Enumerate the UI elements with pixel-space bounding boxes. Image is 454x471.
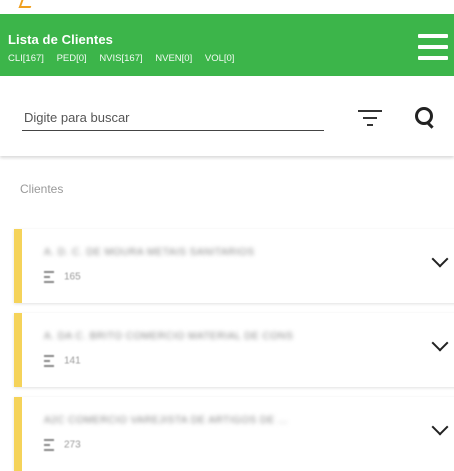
client-name: A. DA C. BRITO COMERCIO MATERIAL DE CONS	[44, 331, 294, 342]
chevron-down-icon[interactable]	[431, 334, 449, 352]
section-label: Clientes	[20, 182, 64, 196]
chevron-down-icon[interactable]	[431, 418, 449, 436]
client-code: 165	[64, 271, 81, 283]
client-name: A2C COMERCIO VAREJISTA DE ARTIGOS DE ...	[44, 415, 288, 426]
client-code: 141	[64, 355, 81, 367]
chevron-down-icon[interactable]	[431, 250, 449, 268]
notes-icon	[44, 271, 54, 283]
search-input[interactable]	[22, 106, 324, 131]
summary-counts: CLI[167] PED[0] NVIS[167] NVEN[0] VOL[0]	[8, 53, 244, 64]
count-ped: PED[0]	[56, 53, 87, 64]
search-icon[interactable]	[414, 106, 438, 130]
status-strip	[0, 0, 454, 14]
count-cli: CLI[167]	[8, 53, 44, 64]
client-card[interactable]: A2C COMERCIO VAREJISTA DE ARTIGOS DE ...…	[14, 397, 454, 471]
search-bar	[0, 76, 454, 156]
client-name: A. D. C. DE MOURA METAIS SANITARIOS	[44, 247, 255, 258]
count-vol: VOL[0]	[204, 53, 235, 64]
client-meta: 165	[44, 271, 81, 283]
notes-icon	[44, 439, 54, 451]
page-title: Lista de Clientes	[8, 32, 114, 47]
app-bar: Lista de Clientes CLI[167] PED[0] NVIS[1…	[0, 14, 454, 76]
client-code: 273	[64, 439, 81, 451]
filter-icon[interactable]	[358, 108, 382, 128]
client-meta: 141	[44, 355, 81, 367]
notification-icon	[18, 0, 34, 8]
hamburger-menu-icon[interactable]	[414, 30, 450, 64]
client-card[interactable]: A. DA C. BRITO COMERCIO MATERIAL DE CONS…	[14, 313, 454, 387]
count-nvis: NVIS[167]	[99, 53, 143, 64]
client-meta: 273	[44, 439, 81, 451]
client-card[interactable]: A. D. C. DE MOURA METAIS SANITARIOS 165	[14, 229, 454, 303]
count-nven: NVEN[0]	[155, 53, 193, 64]
notes-icon	[44, 355, 54, 367]
